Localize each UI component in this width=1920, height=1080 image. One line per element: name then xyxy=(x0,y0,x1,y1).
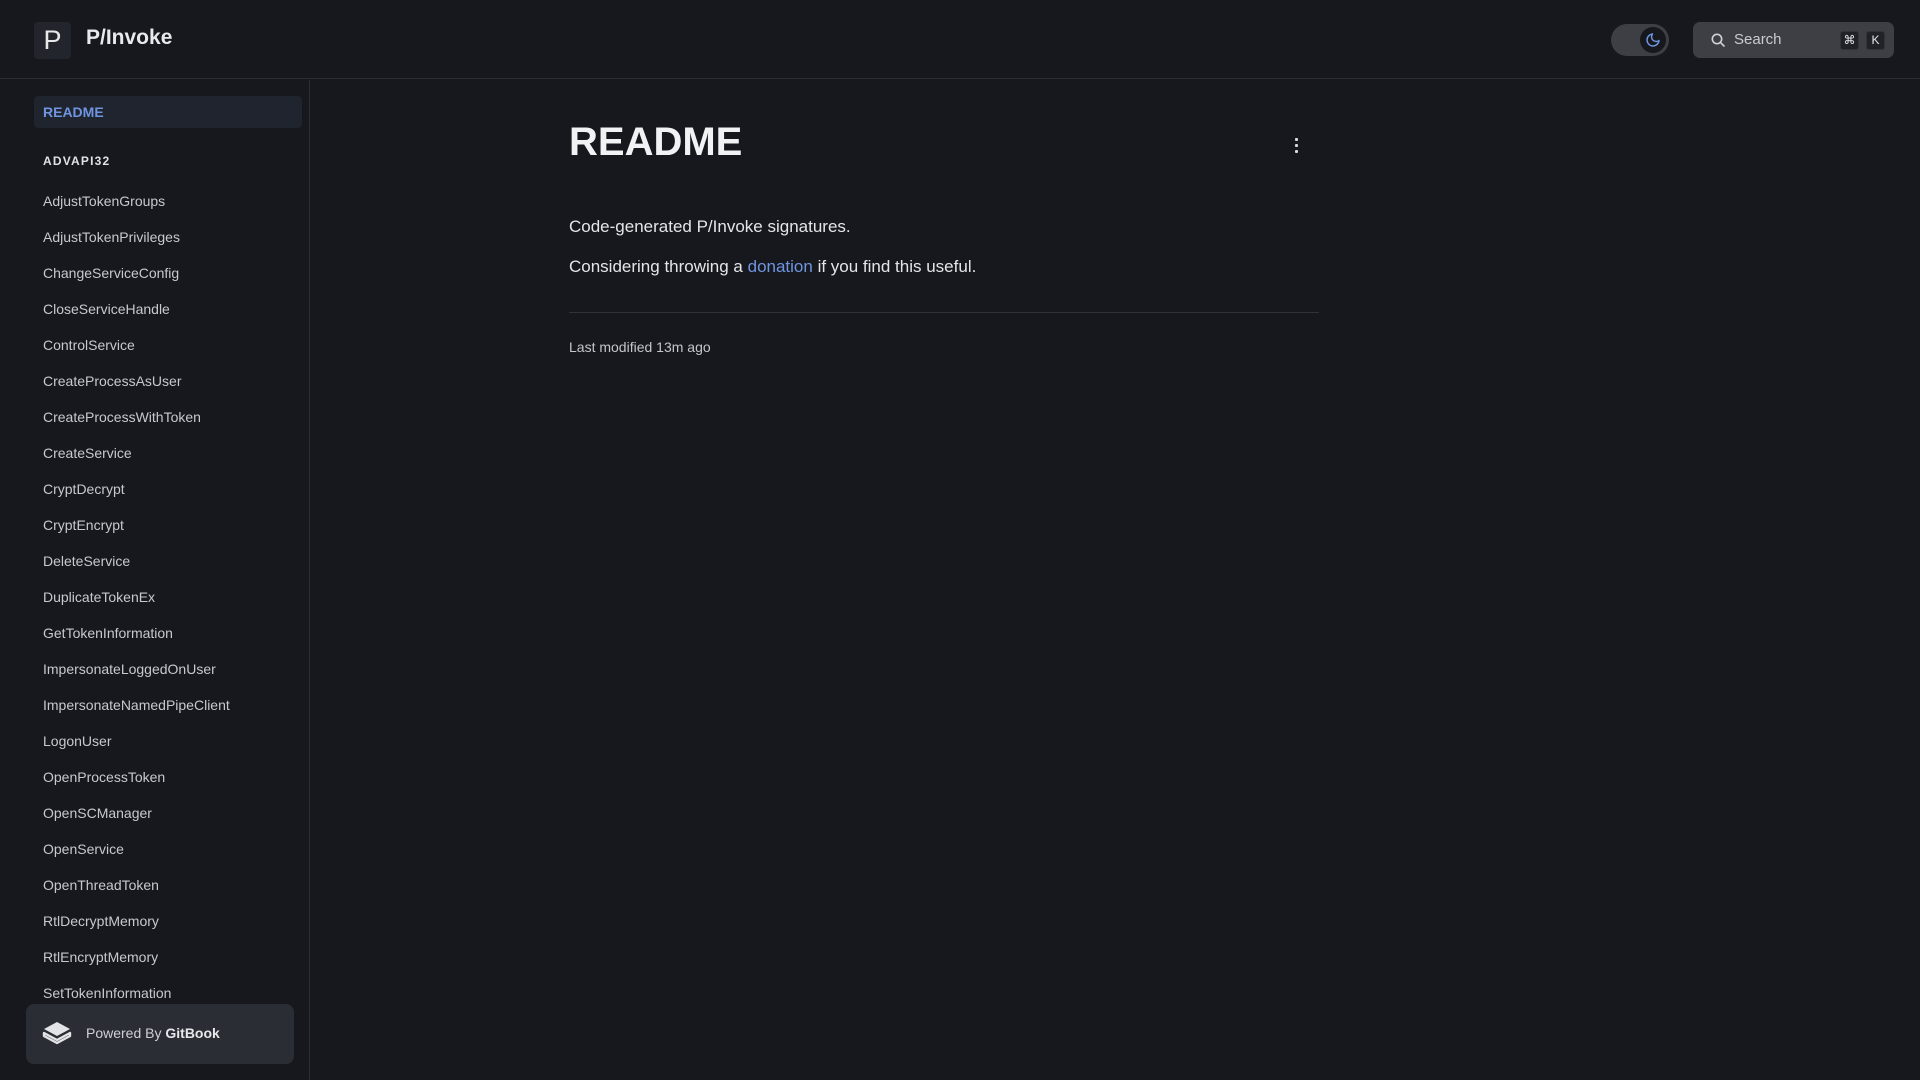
sidebar-item-adjusttokengroups[interactable]: AdjustTokenGroups xyxy=(43,183,230,219)
sidebar-item-adjusttokenprivileges[interactable]: AdjustTokenPrivileges xyxy=(43,219,230,255)
sidebar-item-deleteservice[interactable]: DeleteService xyxy=(43,543,230,579)
donation-paragraph: Considering throwing a donation if you f… xyxy=(569,257,976,277)
site-logo[interactable]: P xyxy=(34,22,71,59)
sidebar-item-openscmanager[interactable]: OpenSCManager xyxy=(43,795,230,831)
shortcut-key-k: K xyxy=(1866,31,1885,50)
theme-toggle[interactable] xyxy=(1611,24,1669,56)
sidebar-item-openthreadtoken[interactable]: OpenThreadToken xyxy=(43,867,230,903)
more-options-dot xyxy=(1294,137,1298,141)
moon-icon xyxy=(1646,33,1660,47)
more-options-button[interactable] xyxy=(1286,130,1306,160)
sidebar-item-changeserviceconfig[interactable]: ChangeServiceConfig xyxy=(43,255,230,291)
search-button[interactable]: Search ⌘ K xyxy=(1693,22,1894,58)
sidebar-item-createprocesswithtoken[interactable]: CreateProcessWithToken xyxy=(43,399,230,435)
sidebar-item-createprocessasuser[interactable]: CreateProcessAsUser xyxy=(43,363,230,399)
sidebar-item-createservice[interactable]: CreateService xyxy=(43,435,230,471)
search-label: Search xyxy=(1734,31,1782,48)
donation-link[interactable]: donation xyxy=(748,257,813,276)
sidebar-item-rtldecryptmemory[interactable]: RtlDecryptMemory xyxy=(43,903,230,939)
top-header: P P/Invoke Search ⌘ K xyxy=(0,0,1920,79)
sidebar-item-cryptdecrypt[interactable]: CryptDecrypt xyxy=(43,471,230,507)
sidebar-item-cryptencrypt[interactable]: CryptEncrypt xyxy=(43,507,230,543)
intro-paragraph: Code-generated P/Invoke signatures. xyxy=(569,217,851,236)
search-icon xyxy=(1711,33,1725,47)
sidebar-item-logonuser[interactable]: LogonUser xyxy=(43,723,230,759)
sidebar-item-controlservice[interactable]: ControlService xyxy=(43,327,230,363)
sidebar-nav-list: AdjustTokenGroups AdjustTokenPrivileges Ch… xyxy=(43,183,230,1011)
content-divider xyxy=(569,312,1319,313)
sidebar-item-duplicatetokenex[interactable]: DuplicateTokenEx xyxy=(43,579,230,615)
sidebar-item-openprocesstoken[interactable]: OpenProcessToken xyxy=(43,759,230,795)
page-title: README xyxy=(569,120,743,164)
sidebar-item-impersonatenamedpipeclient[interactable]: ImpersonateNamedPipeClient xyxy=(43,687,230,723)
shortcut-key-cmd: ⌘ xyxy=(1840,31,1859,50)
last-modified: Last modified 13m ago xyxy=(569,339,711,355)
sidebar: README ADVAPI32 AdjustTokenGroups AdjustT… xyxy=(0,80,310,1080)
sidebar-item-readme[interactable]: README xyxy=(34,96,302,128)
sidebar-item-impersonateloggedonuser[interactable]: ImpersonateLoggedOnUser xyxy=(43,651,230,687)
more-options-dot xyxy=(1294,149,1298,153)
donation-text-after: if you find this useful. xyxy=(812,257,977,276)
powered-by-prefix: Powered By xyxy=(86,1025,162,1041)
powered-by-brand: GitBook xyxy=(165,1025,220,1041)
powered-by-gitbook-link[interactable]: Powered By GitBook xyxy=(26,1004,294,1064)
donation-text-before: Considering throwing a xyxy=(569,257,748,276)
site-title[interactable]: P/Invoke xyxy=(86,26,172,50)
sidebar-item-openservice[interactable]: OpenService xyxy=(43,831,230,867)
sidebar-item-closeservicehandle[interactable]: CloseServiceHandle xyxy=(43,291,230,327)
theme-toggle-knob xyxy=(1640,27,1666,53)
gitbook-logo-icon xyxy=(42,1022,72,1045)
sidebar-item-gettokeninformation[interactable]: GetTokenInformation xyxy=(43,615,230,651)
more-options-dot xyxy=(1294,143,1298,147)
sidebar-item-rtlencryptmemory[interactable]: RtlEncryptMemory xyxy=(43,939,230,975)
powered-by-text: Powered By GitBook xyxy=(86,1025,220,1041)
sidebar-section-title: ADVAPI32 xyxy=(43,154,111,168)
